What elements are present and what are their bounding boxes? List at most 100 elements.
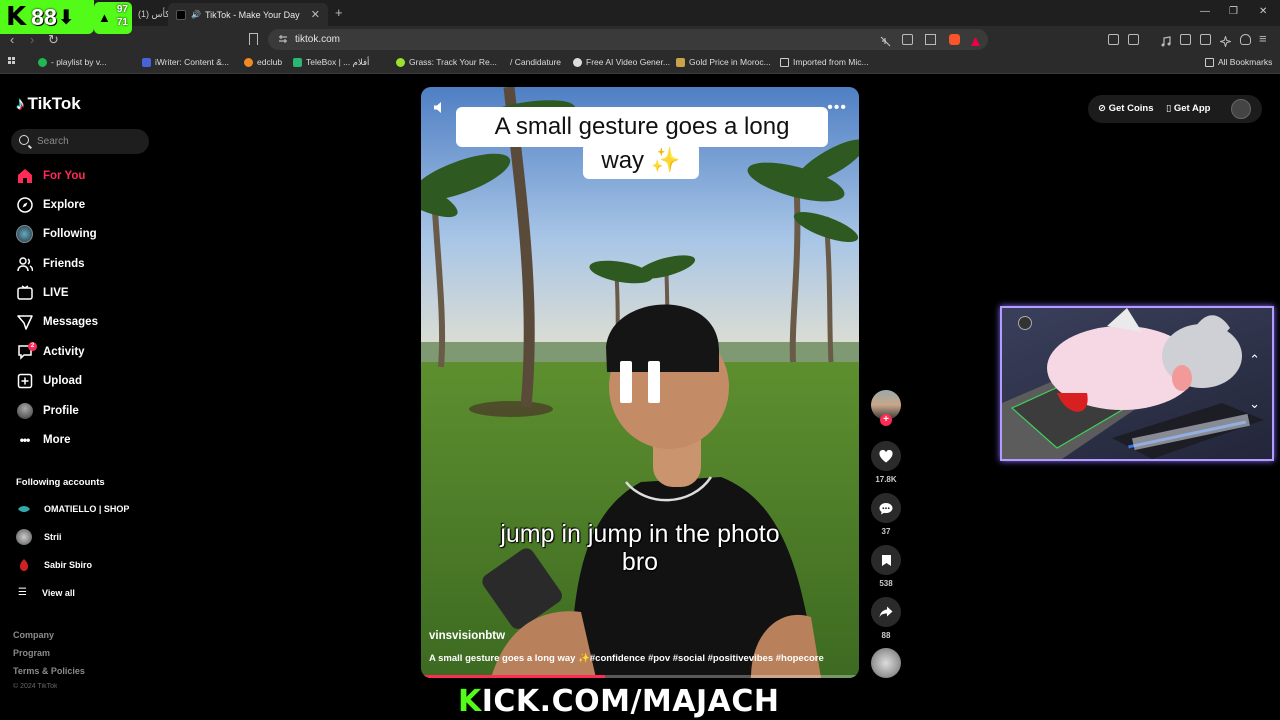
like-action[interactable]: 17.8K (871, 441, 901, 484)
nav-following[interactable]: Following (16, 223, 97, 245)
video-author[interactable]: vinsvisionbtw (429, 630, 505, 642)
pause-button[interactable] (596, 337, 686, 427)
footer-program-link[interactable]: Program (13, 648, 50, 658)
kick-viewer-badge: K 88 ⬇ (0, 0, 94, 34)
pause-icon (620, 361, 632, 403)
brave-shield-icon[interactable] (949, 34, 960, 45)
chevron-up-icon[interactable]: ⌃ (1249, 352, 1260, 368)
close-window-icon[interactable]: ✕ (1259, 6, 1267, 17)
address-bar-row: ‹ › ↻ tiktok.com ≡ (0, 26, 1280, 53)
following-avatar-icon (16, 225, 33, 243)
music-icon[interactable] (1160, 34, 1171, 47)
share-action[interactable]: 88 (871, 597, 901, 640)
bookmark-iwriter[interactable]: iWriter: Content &... (142, 57, 229, 67)
nav-live[interactable]: LIVE (16, 282, 69, 304)
video-progress-bar[interactable] (421, 675, 859, 678)
video-player[interactable]: A small gesture goes a long way ✨ ••• ju… (421, 87, 859, 678)
bookmarks-bar: - playlist by v... iWriter: Content &...… (0, 53, 1280, 74)
nav-activity[interactable]: 2 Activity (16, 341, 85, 363)
video-subtitle: jump in jump in the photo bro (421, 520, 859, 576)
nav-for-you[interactable]: For You (16, 165, 85, 187)
no-tracking-icon[interactable] (880, 34, 891, 47)
comment-count: 37 (881, 527, 891, 536)
minimize-icon[interactable]: — (1200, 6, 1210, 17)
video-progress-fill (421, 675, 605, 678)
bookmark-candidature[interactable]: / Candidature (502, 57, 561, 67)
tab-tiktok[interactable]: 🔊 TikTok - Make Your Day ✕ (168, 3, 328, 26)
sidebar-toggle-icon[interactable] (1180, 34, 1191, 45)
viewer-count: 88 (31, 3, 57, 30)
messages-icon (16, 314, 33, 331)
heart-icon[interactable] (871, 441, 901, 471)
following-account-item[interactable]: Strii (16, 529, 62, 545)
nav-messages[interactable]: Messages (16, 311, 98, 333)
nav-upload[interactable]: Upload (16, 370, 82, 392)
brave-rewards-icon[interactable] (970, 34, 981, 46)
bookmark-all[interactable]: All Bookmarks (1205, 57, 1272, 67)
nav-friends[interactable]: Friends (16, 253, 85, 275)
activity-icon: 2 (16, 341, 37, 361)
footer-terms-link[interactable]: Terms & Policies (13, 666, 85, 676)
tiktok-logo[interactable]: ♪ TikTok (16, 94, 81, 114)
gold-price-icon (676, 57, 685, 67)
iwriter-icon (142, 57, 151, 67)
menu-icon[interactable]: ≡ (1259, 31, 1267, 46)
url-text: tiktok.com (295, 34, 341, 45)
forward-icon[interactable]: › (30, 32, 34, 47)
view-all-link[interactable]: ☰ View all (18, 587, 75, 598)
share-count: 88 (881, 631, 891, 640)
site-info-icon[interactable] (278, 34, 288, 44)
share-icon[interactable] (925, 34, 936, 45)
comment-icon[interactable] (871, 493, 901, 523)
bookmark-telebox[interactable]: TeleBox | ... أفلام (293, 57, 369, 68)
stat-top: 97 (116, 4, 128, 15)
search-input[interactable]: Search (11, 129, 149, 154)
bookmark-free-ai-video[interactable]: Free AI Video Gener... (573, 57, 670, 67)
bookmark-icon[interactable] (871, 545, 901, 575)
close-tab-icon[interactable]: ✕ (311, 8, 320, 21)
bookmark-page-icon[interactable] (249, 33, 258, 45)
share-arrow-icon[interactable] (871, 597, 901, 627)
chevron-down-icon[interactable]: ⌄ (1249, 396, 1260, 412)
following-account-item[interactable]: Sabir Sbiro (16, 557, 92, 573)
wallet-icon[interactable] (1200, 34, 1211, 45)
nav-explore[interactable]: Explore (16, 194, 85, 216)
get-coins-button[interactable]: ⊘ Get Coins (1098, 103, 1153, 114)
tab-label: TikTok - Make Your Day (204, 9, 300, 20)
save-action[interactable]: 538 (871, 545, 901, 588)
vpn-icon[interactable] (1240, 34, 1251, 45)
bookmark-folder-imported[interactable]: Imported from Mic... (780, 57, 869, 67)
screenshot-icon[interactable] (1128, 34, 1139, 45)
get-app-button[interactable]: ▯ Get App (1166, 103, 1210, 114)
comment-action[interactable]: 37 (871, 493, 901, 536)
music-disc-icon[interactable] (871, 648, 901, 678)
more-options-icon[interactable]: ••• (827, 99, 847, 117)
account-avatar (16, 501, 32, 517)
back-icon[interactable]: ‹ (10, 32, 14, 47)
bookmark-playlist[interactable]: - playlist by v... (38, 57, 107, 67)
nav-more[interactable]: ••• More (16, 429, 71, 451)
new-tab-button[interactable]: + (335, 5, 343, 20)
grass-icon (396, 57, 405, 67)
bookmark-grass[interactable]: Grass: Track Your Re... (396, 57, 497, 67)
live-icon (16, 285, 33, 302)
candidature-icon (502, 58, 506, 67)
cast-icon[interactable] (902, 34, 913, 45)
ai-video-icon (573, 57, 582, 67)
extensions-icon[interactable] (1108, 34, 1119, 45)
user-avatar[interactable] (1231, 99, 1251, 119)
apps-grid-icon[interactable] (8, 57, 18, 67)
follow-plus-icon[interactable]: + (880, 414, 892, 426)
footer-company-link[interactable]: Company (13, 630, 54, 640)
nav-profile[interactable]: Profile (16, 400, 79, 422)
reload-icon[interactable]: ↻ (48, 32, 59, 48)
volume-icon[interactable] (433, 101, 446, 117)
bookmark-gold-price[interactable]: Gold Price in Moroc... (676, 57, 771, 67)
bookmark-edclub[interactable]: edclub (244, 57, 282, 67)
streamer-cam-overlay: ⌃ ⌄ (1000, 306, 1274, 461)
following-account-item[interactable]: OMATIELLO | SHOP (16, 501, 129, 517)
restore-icon[interactable]: ❐ (1229, 6, 1238, 17)
like-count: 17.8K (875, 475, 897, 484)
leo-ai-icon[interactable] (1218, 34, 1233, 49)
tab-inactive[interactable]: (1) الكأس (130, 3, 175, 26)
